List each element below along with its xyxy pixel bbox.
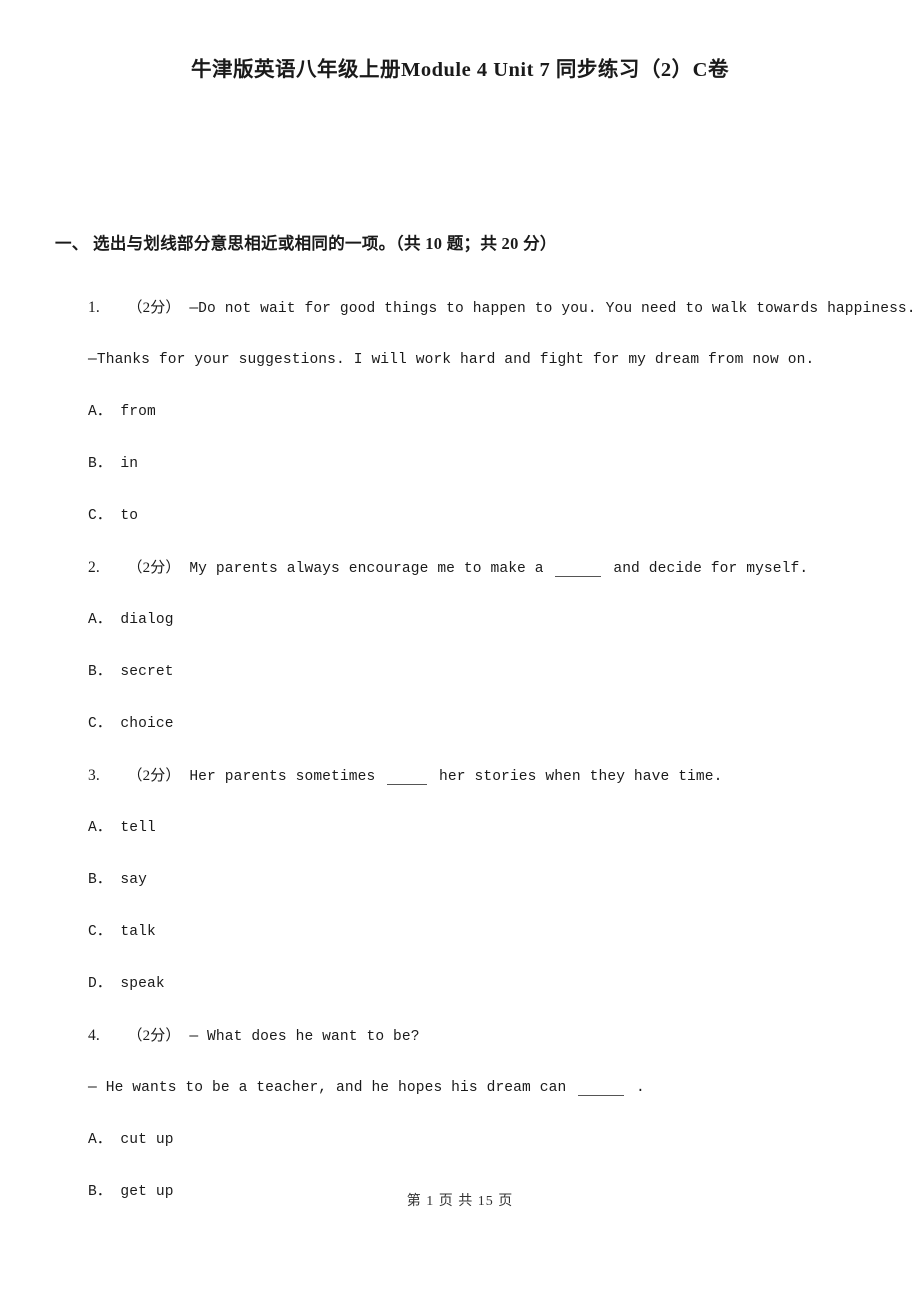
question-number: 2. [88,559,100,576]
question-stem-text: My parents always encourage me to make a [189,561,553,577]
fill-in-blank[interactable] [578,1081,625,1096]
option-row[interactable]: D． speak [0,958,920,1010]
question-stem-text-tail: and decide for myself. [613,561,809,577]
option-label: C． [88,716,112,732]
question-stem-text-2: — He wants to be a teacher, and he hopes… [88,1080,576,1096]
question-stem-text: — What does he want to be? [189,1029,420,1045]
option-text: say [120,872,147,888]
question-stem-line: 2. （2分） My parents always encourage me t… [0,542,920,594]
option-label: A． [88,404,112,420]
option-label: A． [88,1132,112,1148]
question-stem-text-2-tail: . [636,1080,645,1096]
option-label: D． [88,976,112,992]
option-text: tell [120,820,156,836]
option-text: secret [120,664,174,680]
option-text: talk [120,924,156,940]
section-header: 一、 选出与划线部分意思相近或相同的一项。（共 10 题；共 20 分） [55,234,557,253]
option-row[interactable]: C． choice [0,698,920,750]
option-text: to [120,508,139,524]
option-text: in [120,456,139,472]
document-page: 牛津版英语八年级上册Module 4 Unit 7 同步练习（2）C卷 一、 选… [0,0,920,1302]
fill-in-blank[interactable] [555,562,602,577]
question-stem-line: 3. （2分） Her parents sometimes her storie… [0,750,920,802]
option-label: A． [88,820,112,836]
question-stem-text: Her parents sometimes [189,769,385,785]
question-stem-line: 4. （2分） — What does he want to be? [0,1010,920,1062]
option-text: dialog [120,612,174,628]
fill-in-blank[interactable] [387,770,428,785]
page-footer: 第 1 页 共 15 页 [406,1194,514,1209]
option-row[interactable]: C． to [0,490,920,542]
option-row[interactable]: C． talk [0,906,920,958]
option-label: B． [88,664,112,680]
question-marks: （2分） [127,300,181,316]
question-list: 1. （2分） —Do not wait for good things to … [0,282,920,1218]
question-item: 2. （2分） My parents always encourage me t… [0,542,920,750]
question-stem-line: 1. （2分） —Do not wait for good things to … [0,282,920,334]
question-marks: （2分） [127,560,181,576]
page-title: 牛津版英语八年级上册Module 4 Unit 7 同步练习（2）C卷 [191,59,729,81]
question-stem-text-2: —Thanks for your suggestions. I will wor… [88,352,815,368]
option-label: B． [88,872,112,888]
question-item: 1. （2分） —Do not wait for good things to … [0,282,920,542]
option-row[interactable]: B． say [0,854,920,906]
option-text: from [120,404,156,420]
option-row[interactable]: A． cut up [0,1114,920,1166]
option-row[interactable]: A． from [0,386,920,438]
question-marks: （2分） [127,768,181,784]
question-stem-text: —Do not wait for good things to happen t… [189,301,916,317]
option-label: C． [88,924,112,940]
option-label: B． [88,456,112,472]
option-row[interactable]: B． secret [0,646,920,698]
option-label: C． [88,508,112,524]
question-marks: （2分） [127,1028,181,1044]
option-label: A． [88,612,112,628]
option-row[interactable]: A． dialog [0,594,920,646]
question-stem-line-2: —Thanks for your suggestions. I will wor… [0,334,920,386]
option-row[interactable]: B． in [0,438,920,490]
question-stem-text-tail: her stories when they have time. [439,769,723,785]
question-number: 3. [88,767,100,784]
question-item: 4. （2分） — What does he want to be? — He … [0,1010,920,1218]
option-text: choice [120,716,174,732]
question-stem-line-2: — He wants to be a teacher, and he hopes… [0,1062,920,1114]
question-number: 1. [88,299,100,316]
question-item: 3. （2分） Her parents sometimes her storie… [0,750,920,1010]
option-row[interactable]: A． tell [0,802,920,854]
option-text: speak [120,976,165,992]
question-number: 4. [88,1027,100,1044]
option-text: cut up [120,1132,174,1148]
